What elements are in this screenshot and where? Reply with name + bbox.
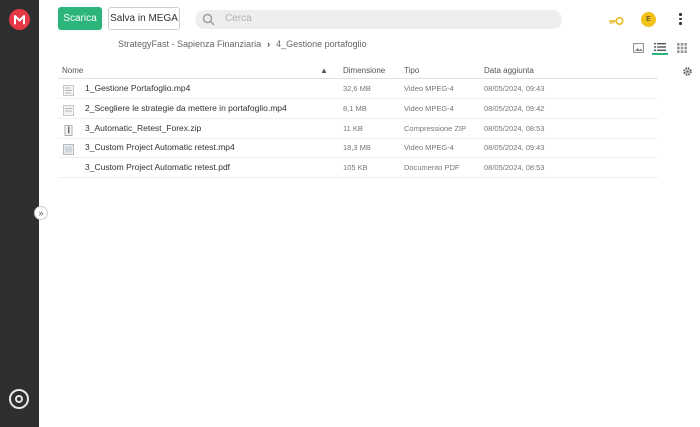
file-date: 08/05/2024, 08:53: [484, 163, 545, 172]
kebab-menu-icon[interactable]: [679, 13, 682, 27]
mega-logo-icon[interactable]: [9, 9, 30, 30]
sort-ascending-icon[interactable]: ▲: [320, 66, 328, 75]
grid-view-icon[interactable]: [677, 40, 687, 58]
file-size: 18,3 MB: [343, 143, 371, 152]
file-type: Compressione ZIP: [404, 124, 467, 133]
table-row[interactable]: 3_Custom Project Automatic retest.mp4 18…: [58, 138, 658, 158]
file-date: 08/05/2024, 09:43: [484, 84, 545, 93]
search-icon: [202, 13, 215, 31]
file-date: 08/05/2024, 08:53: [484, 124, 545, 133]
file-date: 08/05/2024, 09:43: [484, 143, 545, 152]
file-type: Documento PDF: [404, 163, 460, 172]
table-row[interactable]: 3_Automatic_Retest_Forex.zip 11 KB Compr…: [58, 119, 658, 139]
file-size: 32,6 MB: [343, 84, 371, 93]
table-row[interactable]: 1_Gestione Portafoglio.mp4 32,6 MB Video…: [58, 79, 658, 99]
column-header-size[interactable]: Dimensione: [343, 66, 385, 75]
search-input[interactable]: Cerca: [225, 13, 252, 24]
file-name[interactable]: 1_Gestione Portafoglio.mp4: [85, 83, 190, 93]
file-name[interactable]: 3_Automatic_Retest_Forex.zip: [85, 123, 201, 133]
file-name[interactable]: 2_Scegliere le strategie da mettere in p…: [85, 103, 287, 113]
table-row[interactable]: 2_Scegliere le strategie da mettere in p…: [58, 99, 658, 119]
breadcrumb-current: 4_Gestione portafoglio: [276, 39, 367, 49]
download-button[interactable]: Scarica: [58, 7, 102, 30]
chevron-double-right-icon[interactable]: »: [34, 206, 48, 220]
file-type: Video MPEG-4: [404, 84, 454, 93]
breadcrumb: StrategyFast - Sapienza Finanziaria › 4_Ge…: [118, 39, 367, 49]
avatar[interactable]: E: [641, 12, 656, 27]
list-view-icon[interactable]: [652, 39, 668, 57]
breadcrumb-parent[interactable]: StrategyFast - Sapienza Finanziaria: [118, 39, 261, 49]
table-row[interactable]: 3_Custom Project Automatic retest.pdf 10…: [58, 158, 658, 178]
file-type: Video MPEG-4: [404, 104, 454, 113]
chevron-right-icon: ›: [267, 39, 271, 49]
key-icon[interactable]: [608, 13, 624, 31]
transfer-manager-icon[interactable]: [9, 389, 29, 409]
column-header-type[interactable]: Tipo: [404, 66, 419, 75]
file-date: 08/05/2024, 09:42: [484, 104, 545, 113]
file-size: 105 KB: [343, 163, 368, 172]
save-to-mega-button[interactable]: Salva in MEGA: [108, 7, 180, 30]
thumbnail-view-icon[interactable]: [633, 40, 644, 58]
search-bar[interactable]: Cerca: [195, 10, 562, 29]
gear-icon[interactable]: [682, 64, 693, 82]
file-size: 8,1 MB: [343, 104, 367, 113]
file-name[interactable]: 3_Custom Project Automatic retest.pdf: [85, 162, 230, 172]
column-header-name[interactable]: Nome: [62, 66, 83, 75]
file-type: Video MPEG-4: [404, 143, 454, 152]
file-name[interactable]: 3_Custom Project Automatic retest.mp4: [85, 142, 235, 152]
column-header-date[interactable]: Data aggiunta: [484, 66, 534, 75]
file-size: 11 KB: [343, 124, 363, 133]
